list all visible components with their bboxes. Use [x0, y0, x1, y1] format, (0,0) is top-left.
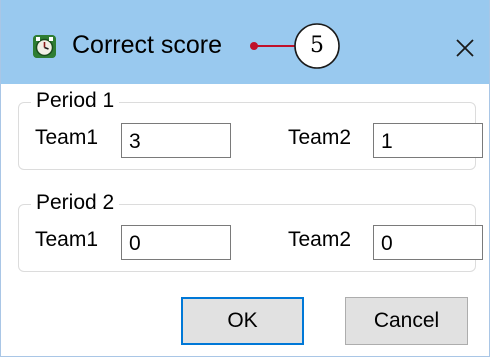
- callout-number: 5: [310, 33, 324, 58]
- period-1-team2-input[interactable]: [373, 123, 483, 158]
- clock-icon: [33, 35, 56, 58]
- period-2-group: Period 2 Team1 Team2: [18, 191, 483, 272]
- dialog-title: Correct score: [72, 31, 223, 59]
- ok-button[interactable]: OK: [181, 297, 304, 345]
- period-1-legend: Period 1: [31, 89, 120, 113]
- period-1-group: Period 1 Team1 Team2: [18, 89, 483, 170]
- close-button[interactable]: [445, 28, 485, 68]
- period-1-team1-input[interactable]: [121, 123, 231, 158]
- period-1-team1-label: Team1: [35, 126, 99, 149]
- period-2-team2-input[interactable]: [373, 225, 483, 260]
- cancel-button[interactable]: Cancel: [345, 297, 468, 345]
- title-bar[interactable]: Correct score: [1, 0, 489, 84]
- close-icon: [456, 39, 474, 57]
- period-2-team2-label: Team2: [288, 228, 352, 251]
- period-2-legend: Period 2: [31, 191, 120, 215]
- correct-score-dialog: Correct score 5 Period 1 Team1 Team2 Per…: [0, 0, 490, 357]
- period-1-team2-label: Team2: [288, 126, 352, 149]
- period-2-team1-label: Team1: [35, 228, 99, 251]
- period-2-team1-input[interactable]: [121, 225, 231, 260]
